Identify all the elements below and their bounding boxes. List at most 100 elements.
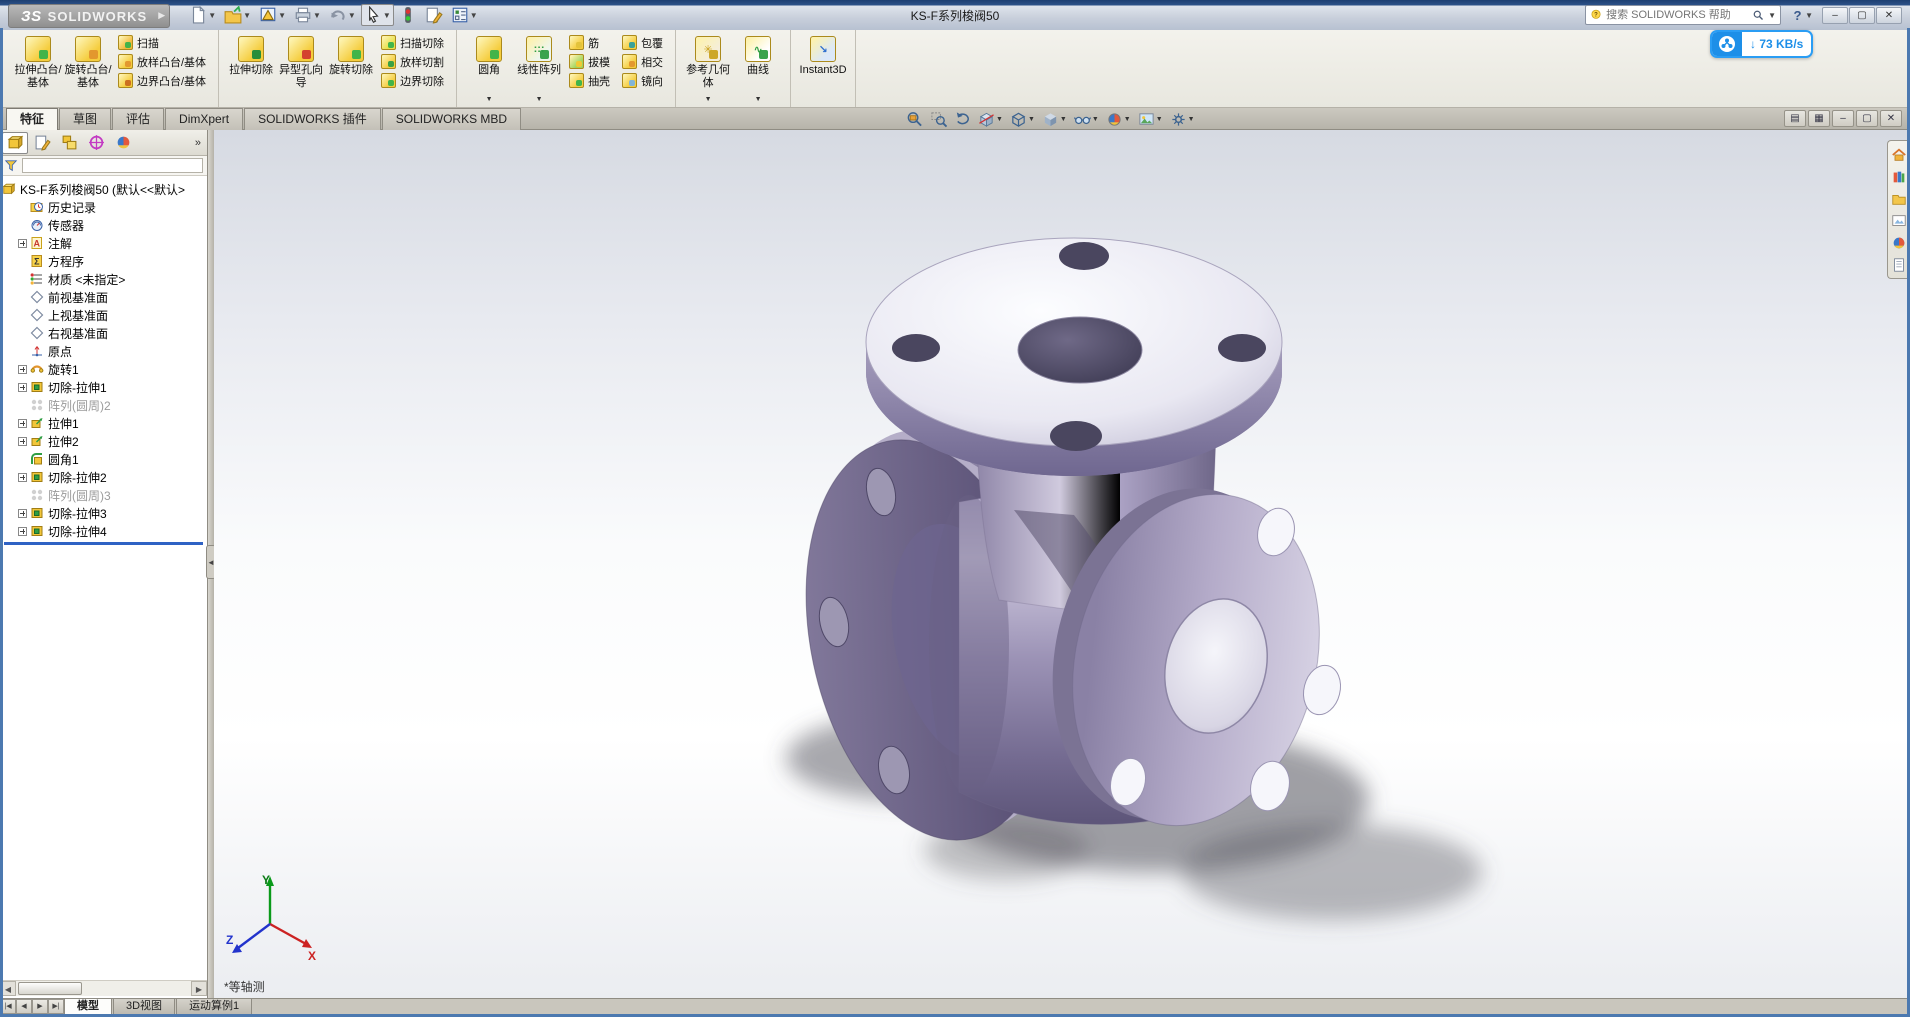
ribbon-button-instant3d[interactable]: ↘Instant3D [798,33,848,105]
tree-item[interactable]: 拉伸2 [16,432,207,450]
displaymanager-tab[interactable] [110,132,136,154]
tree-item[interactable]: 切除-拉伸1 [16,378,207,396]
custom-properties-tab[interactable] [1890,255,1909,274]
tree-item[interactable]: 传感器 [16,216,207,234]
ribbon-button-lofted-cut[interactable]: 放样切割 [376,52,449,71]
undo-button[interactable]: ▼ [326,4,359,26]
ribbon-button-rib[interactable]: 筋 [564,33,615,52]
traffic-light-button[interactable] [396,4,420,26]
ribbon-button-boundary-boss[interactable]: 边界凸台/基体 [113,71,211,90]
tab-评估[interactable]: 评估 [112,108,164,130]
first-tab-button[interactable]: |◀ [0,999,16,1014]
tree-item[interactable]: 圆角1 [16,450,207,468]
last-tab-button[interactable]: ▶| [48,999,64,1014]
print-dropdown-icon[interactable]: ▼ [313,11,321,20]
tree-filter-input[interactable] [22,158,203,173]
expand-icon[interactable] [18,527,27,536]
options-list-dropdown-icon[interactable]: ▼ [470,11,478,20]
ribbon-button-mirror[interactable]: 镜向 [617,71,668,90]
tab-特征[interactable]: 特征 [6,108,58,130]
ribbon-button-intersect[interactable]: 相交 [617,52,668,71]
tree-item[interactable]: 原点 [16,342,207,360]
new-document-dropdown-icon[interactable]: ▼ [208,11,216,20]
apply-scene-button[interactable]: ▼ [1135,110,1166,130]
restore-document-button[interactable]: ▢ [1856,110,1878,127]
expand-icon[interactable] [18,437,27,446]
tree-item[interactable]: 旋转1 [16,360,207,378]
featuremanager-tree-tab[interactable] [2,132,28,154]
viewport-split-grid-button[interactable]: ▦ [1808,110,1830,127]
tab-草图[interactable]: 草图 [59,108,111,130]
tree-item[interactable]: 右视基准面 [16,324,207,342]
propertymanager-tab[interactable] [29,132,55,154]
search-input[interactable] [1606,9,1748,21]
tree-item[interactable]: 上视基准面 [16,306,207,324]
manager-overflow-button[interactable]: » [195,137,205,149]
tree-item[interactable]: 阵列(圆周)3 [16,486,207,504]
view-orientation-dropdown-icon[interactable]: ▼ [1028,116,1035,123]
select-cursor-dropdown-icon[interactable]: ▼ [383,11,391,20]
view-palette-tab[interactable] [1890,211,1909,230]
new-document-button[interactable]: ▼ [186,4,219,26]
tree-item[interactable]: 切除-拉伸3 [16,504,207,522]
tree-item[interactable]: 拉伸1 [16,414,207,432]
viewport-split-horizontal-button[interactable]: ▤ [1784,110,1806,127]
bottom-tab-运动算例1[interactable]: 运动算例1 [176,998,252,1014]
select-cursor-button[interactable]: ▼ [361,4,394,26]
configurationmanager-tab[interactable] [56,132,82,154]
bottom-tab-3D视图[interactable]: 3D视图 [113,998,175,1014]
ribbon-button-extruded-cut[interactable]: 拉伸切除 [226,33,276,105]
tree-item[interactable]: A注解 [16,234,207,252]
open-document-button[interactable]: ▼ [221,4,254,26]
reference-geometry-dropdown-icon[interactable]: ▼ [705,96,712,104]
expand-icon[interactable] [18,365,27,374]
edit-appearance-button[interactable]: ▼ [1103,110,1134,130]
ribbon-button-reference-geometry[interactable]: ✳参考几何体▼ [683,33,733,105]
zoom-area-button[interactable] [927,110,950,130]
ribbon-button-wrap[interactable]: 包覆 [617,33,668,52]
scrollbar-thumb[interactable] [18,982,82,995]
hide-show-items-dropdown-icon[interactable]: ▼ [1092,116,1099,123]
previous-view-button[interactable] [951,110,974,130]
ribbon-button-lofted-boss[interactable]: 放样凸台/基体 [113,52,211,71]
tree-item[interactable]: 切除-拉伸2 [16,468,207,486]
bottom-tab-模型[interactable]: 模型 [64,998,112,1014]
view-settings-button[interactable]: ▼ [1167,110,1198,130]
ribbon-button-revolved-boss[interactable]: 旋转凸台/基体 [63,33,113,105]
ribbon-button-draft[interactable]: 拔模 [564,52,615,71]
appearances-pane-tab[interactable] [1890,233,1909,252]
print-button[interactable]: ▼ [291,4,324,26]
tree-root-item[interactable]: KS-F系列梭阀50 (默认<<默认> [2,180,207,198]
view-orientation-button[interactable]: ▼ [1007,110,1038,130]
apply-scene-dropdown-icon[interactable]: ▼ [1156,116,1163,123]
scroll-right-icon[interactable]: ▶ [191,981,207,996]
ribbon-button-linear-pattern[interactable]: :::线性阵列▼ [514,33,564,105]
help-button[interactable]: ? ▼ [1787,5,1816,25]
ribbon-button-extruded-boss[interactable]: 拉伸凸台/基体 [13,33,63,105]
file-explorer-tab[interactable] [1890,189,1909,208]
tree-item[interactable]: 前视基准面 [16,288,207,306]
linear-pattern-dropdown-icon[interactable]: ▼ [536,96,543,104]
file-properties-button[interactable] [422,4,446,26]
make-drawing-dropdown-icon[interactable]: ▼ [278,11,286,20]
section-view-dropdown-icon[interactable]: ▼ [996,116,1003,123]
ribbon-button-boundary-cut[interactable]: 边界切除 [376,71,449,90]
help-search-box[interactable]: ? ▼ [1585,5,1781,25]
ribbon-button-curves[interactable]: ∿曲线▼ [733,33,783,105]
make-drawing-button[interactable]: ▼ [256,4,289,26]
logo-chevron-icon[interactable]: ▶ [158,10,165,21]
undo-dropdown-icon[interactable]: ▼ [348,11,356,20]
hide-show-items-button[interactable]: ▼ [1071,110,1102,130]
tree-item[interactable]: 切除-拉伸4 [16,522,207,540]
design-library-tab[interactable] [1890,167,1909,186]
close-button[interactable]: ✕ [1876,7,1902,24]
home-tab[interactable] [1890,145,1909,164]
tree-item[interactable]: 阵列(圆周)2 [16,396,207,414]
ribbon-button-swept-cut[interactable]: 扫描切除 [376,33,449,52]
next-tab-button[interactable]: ▶ [32,999,48,1014]
tab-SOLIDWORKS MBD[interactable]: SOLIDWORKS MBD [382,108,521,130]
minimize-button[interactable]: – [1822,7,1848,24]
panel-horizontal-scrollbar[interactable]: ◀ ▶ [0,980,207,996]
maximize-button[interactable]: ▢ [1849,7,1875,24]
search-icon[interactable] [1752,8,1764,22]
